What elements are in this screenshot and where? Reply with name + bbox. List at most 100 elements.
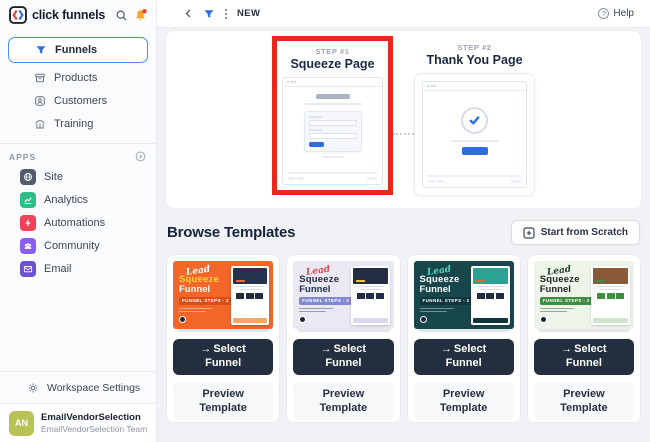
profile-team: EmailVendorSelection Team bbox=[41, 423, 148, 434]
thumb-micro-text bbox=[539, 307, 589, 314]
funnel-steps-badge: FUNNEL STEPS - 2 bbox=[419, 296, 473, 305]
template-cards-row: Lead Squeeze Funnel FUNNEL STEPS - 2 → Se… bbox=[166, 254, 641, 423]
community-people-icon bbox=[20, 237, 36, 254]
thumb-mini-page bbox=[591, 266, 630, 325]
help-label: Help bbox=[613, 8, 634, 19]
laptop-base bbox=[537, 329, 630, 332]
notifications-bell-icon[interactable] bbox=[133, 8, 148, 23]
topbar: NEW ? Help bbox=[157, 0, 650, 28]
browse-templates-heading: Browse Templates bbox=[167, 224, 296, 241]
thumb-logo-dot bbox=[179, 315, 186, 323]
step-number-label: STEP #2 bbox=[457, 43, 492, 52]
sidebar-item-label: Training bbox=[54, 117, 94, 130]
gear-icon bbox=[27, 382, 39, 394]
thumb-mini-page bbox=[471, 266, 510, 325]
preview-template-button[interactable]: Preview Template bbox=[413, 381, 514, 421]
arrow-right-icon: → bbox=[440, 343, 452, 355]
arrow-right-icon: → bbox=[200, 343, 212, 355]
thumb-title-line2: Funnel bbox=[419, 283, 451, 295]
sidebar-nav: Funnels Products Customers Training bbox=[0, 30, 156, 137]
funnel-icon bbox=[203, 8, 215, 20]
thumb-micro-text bbox=[179, 307, 228, 314]
laptop-base bbox=[297, 329, 390, 332]
clickfunnels-logo-icon bbox=[9, 6, 27, 24]
plus-square-icon bbox=[523, 226, 535, 239]
sidebar-item-email[interactable]: Email bbox=[0, 257, 156, 280]
arrow-right-icon: → bbox=[320, 343, 332, 355]
sidebar-item-products[interactable]: Products bbox=[8, 66, 148, 89]
browser-chrome bbox=[283, 78, 382, 87]
sidebar-bottom: Workspace Settings AN EmailVendorSelecti… bbox=[0, 365, 156, 442]
sidebar-item-analytics[interactable]: Analytics bbox=[0, 188, 156, 211]
arrow-right-icon: → bbox=[561, 343, 573, 355]
avatar: AN bbox=[9, 410, 34, 436]
customers-person-icon bbox=[34, 95, 46, 107]
app-item-label: Analytics bbox=[44, 193, 89, 206]
select-funnel-label: Select Funnel bbox=[205, 343, 246, 369]
thumb-title-line2: Funnel bbox=[299, 283, 331, 295]
template-card: Lead Squeeze Funnel FUNNEL STEPS - 2 → Se… bbox=[166, 254, 281, 423]
thank-you-page-card[interactable] bbox=[414, 73, 535, 196]
funnel-steps-badge: FUNNEL STEPS - 2 bbox=[299, 296, 353, 305]
sidebar-item-community[interactable]: Community bbox=[0, 234, 156, 257]
funnel-steps-panel: STEP #1 Squeeze Page STEP #2 Thank You P… bbox=[166, 31, 641, 208]
thumb-mini-page bbox=[230, 266, 270, 325]
template-thumbnail[interactable]: Lead Squeeze Funnel FUNNEL STEPS - 2 bbox=[413, 261, 514, 329]
main-area: NEW ? Help STEP #1 Squeeze Page STEP #2 … bbox=[157, 0, 650, 442]
sidebar-item-site[interactable]: Site bbox=[0, 165, 156, 188]
brand-row: click funnels bbox=[0, 0, 156, 30]
start-from-scratch-button[interactable]: Start from Scratch bbox=[510, 220, 640, 245]
sidebar-item-label: Customers bbox=[54, 94, 108, 107]
thumb-title-line2: Funnel bbox=[179, 283, 211, 295]
search-icon[interactable] bbox=[115, 9, 128, 22]
squeeze-page-thumbnail bbox=[282, 77, 383, 185]
brand-name: click funnels bbox=[32, 8, 106, 22]
select-funnel-button[interactable]: → Select Funnel bbox=[173, 339, 274, 375]
browse-templates-row: Browse Templates Start from Scratch bbox=[167, 220, 640, 245]
clickfunnels-app: click funnels Funnels Products Customers… bbox=[0, 0, 650, 442]
select-funnel-button[interactable]: → Select Funnel bbox=[293, 339, 394, 375]
training-building-icon bbox=[34, 118, 46, 130]
workspace-settings-button[interactable]: Workspace Settings bbox=[0, 376, 156, 403]
app-item-label: Automations bbox=[44, 216, 106, 229]
browser-chrome bbox=[423, 82, 526, 91]
preview-template-button[interactable]: Preview Template bbox=[533, 381, 634, 421]
sidebar-item-automations[interactable]: Automations bbox=[0, 211, 156, 234]
template-thumbnail[interactable]: Lead Squeeze Funnel FUNNEL STEPS - 2 bbox=[533, 261, 634, 329]
help-icon: ? bbox=[598, 8, 610, 19]
sidebar-item-label: Products bbox=[54, 71, 98, 84]
app-item-label: Site bbox=[44, 170, 63, 183]
template-card: Lead Squeeze Funnel FUNNEL STEPS - 2 → Se… bbox=[286, 254, 401, 423]
sidebar-item-label: Funnels bbox=[55, 44, 98, 56]
funnel-step-thank-you-page[interactable]: STEP #2 Thank You Page bbox=[414, 41, 535, 208]
email-envelope-icon bbox=[20, 260, 36, 277]
thumb-micro-text bbox=[419, 307, 469, 314]
sidebar-item-training[interactable]: Training bbox=[8, 112, 148, 135]
thumb-logo-dot bbox=[539, 315, 547, 323]
sidebar: click funnels Funnels Products Customers… bbox=[0, 0, 157, 442]
thumb-mini-page bbox=[350, 266, 390, 325]
workspace-profile[interactable]: AN EmailVendorSelection EmailVendorSelec… bbox=[0, 403, 156, 442]
help-button[interactable]: ? Help bbox=[598, 8, 634, 19]
thankyou-button-placeholder bbox=[461, 147, 488, 155]
select-funnel-button[interactable]: → Select Funnel bbox=[413, 339, 514, 375]
apps-list: Site Analytics Automations Community Ema… bbox=[0, 165, 156, 280]
apps-header: APPS bbox=[0, 148, 156, 165]
site-globe-icon bbox=[20, 168, 36, 185]
kebab-menu-icon[interactable] bbox=[224, 8, 228, 20]
preview-template-button[interactable]: Preview Template bbox=[293, 381, 394, 421]
sidebar-item-customers[interactable]: Customers bbox=[8, 89, 148, 112]
select-funnel-button[interactable]: → Select Funnel bbox=[533, 339, 634, 375]
apps-expand-icon[interactable] bbox=[135, 151, 146, 162]
template-thumbnail[interactable]: Lead Squeeze Funnel FUNNEL STEPS - 2 bbox=[173, 261, 274, 329]
funnel-icon bbox=[35, 44, 47, 56]
funnel-step-squeeze-page[interactable]: STEP #1 Squeeze Page bbox=[272, 36, 393, 195]
funnel-steps-badge: FUNNEL STEPS - 2 bbox=[539, 296, 593, 305]
template-thumbnail[interactable]: Lead Squeeze Funnel FUNNEL STEPS - 2 bbox=[293, 261, 394, 329]
sidebar-item-funnels[interactable]: Funnels bbox=[8, 37, 148, 63]
thumb-micro-text bbox=[299, 307, 348, 314]
preview-template-button[interactable]: Preview Template bbox=[173, 381, 274, 421]
optin-submit-placeholder bbox=[308, 142, 324, 147]
back-chevron-icon[interactable] bbox=[183, 8, 194, 19]
step-number-label: STEP #1 bbox=[315, 47, 350, 56]
